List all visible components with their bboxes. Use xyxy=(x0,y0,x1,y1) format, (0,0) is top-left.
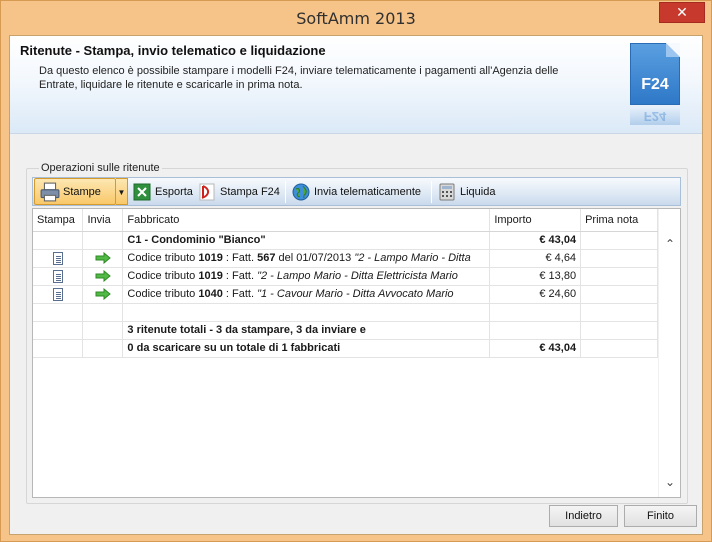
f24-icon-label: F24 xyxy=(641,76,669,93)
row-prima-nota xyxy=(580,249,658,268)
f24-icon-reflection: F24 xyxy=(630,107,680,125)
page-description: Da questo elenco è possibile stampare i … xyxy=(39,65,559,91)
ritenute-grid[interactable]: Stampa Invia Fabbricato Importo Prima no… xyxy=(32,208,681,498)
stampa-f24-label: Stampa F24 xyxy=(220,186,280,198)
f24-document-icon: F24 F24 xyxy=(626,41,688,131)
dialog-body: Ritenute - Stampa, invio telematico e li… xyxy=(9,35,703,535)
row-importo: € 13,80 xyxy=(489,267,582,286)
row-prima-nota xyxy=(580,285,658,304)
close-icon: ✕ xyxy=(676,4,688,20)
globe-icon xyxy=(292,183,310,201)
group-row-label: C1 - Condominio "Bianco" xyxy=(122,231,491,250)
window-title: SoftAmm 2013 xyxy=(296,9,416,28)
calculator-icon xyxy=(439,183,455,201)
arrow-right-icon[interactable] xyxy=(95,252,111,265)
row-fabbricato: Codice tributo 1019 : Fatt. "2 - Lampo M… xyxy=(122,267,491,286)
excel-icon xyxy=(133,183,151,201)
close-button[interactable]: ✕ xyxy=(659,2,705,23)
pdf-icon xyxy=(199,183,215,201)
title-bar: SoftAmm 2013 ✕ xyxy=(1,1,711,35)
scroll-down-icon[interactable]: ⌄ xyxy=(659,475,681,491)
row-fabbricato: Codice tributo 1019 : Fatt. 567 del 01/0… xyxy=(122,249,491,268)
arrow-right-icon[interactable] xyxy=(95,270,111,283)
table-summary-row: 0 da scaricare su un totale di 1 fabbric… xyxy=(33,339,658,358)
indietro-button[interactable]: Indietro xyxy=(549,505,618,527)
group-row-importo: € 43,04 xyxy=(489,231,582,250)
operations-group-label: Operazioni sulle ritenute xyxy=(39,162,162,174)
summary-line-2: 0 da scaricare su un totale di 1 fabbric… xyxy=(122,339,491,358)
grid-header-row: Stampa Invia Fabbricato Importo Prima no… xyxy=(33,209,658,232)
row-importo: € 4,64 xyxy=(489,249,582,268)
table-group-row[interactable]: C1 - Condominio "Bianco" € 43,04 xyxy=(33,231,658,250)
table-row[interactable]: Codice tributo 1019 : Fatt. "2 - Lampo M… xyxy=(33,267,658,286)
page-title: Ritenute - Stampa, invio telematico e li… xyxy=(20,43,326,58)
scroll-up-icon[interactable]: ⌃ xyxy=(659,237,681,253)
toolbar-separator xyxy=(431,181,432,203)
invia-telematicamente-button[interactable]: Invia telematicamente xyxy=(290,179,421,205)
chevron-down-icon: ▼ xyxy=(117,188,126,197)
stampa-f24-button[interactable]: Stampa F24 xyxy=(196,179,280,205)
finito-button[interactable]: Finito xyxy=(624,505,697,527)
table-empty-row xyxy=(33,303,658,322)
row-prima-nota xyxy=(580,267,658,286)
row-importo: € 24,60 xyxy=(489,285,582,304)
esporta-button[interactable]: Esporta xyxy=(131,179,193,205)
header-panel: Ritenute - Stampa, invio telematico e li… xyxy=(10,36,702,134)
vertical-scrollbar[interactable]: ⌃ ⌄ xyxy=(658,209,680,497)
table-summary-row: 3 ritenute totali - 3 da stampare, 3 da … xyxy=(33,321,658,340)
column-header-invia[interactable]: Invia xyxy=(82,209,124,232)
arrow-right-icon[interactable] xyxy=(95,288,111,301)
stampe-label: Stampe xyxy=(63,186,101,198)
liquida-label: Liquida xyxy=(460,186,496,198)
invia-telematicamente-label: Invia telematicamente xyxy=(314,186,421,198)
printer-icon xyxy=(40,182,60,202)
document-icon[interactable] xyxy=(52,251,63,265)
app-window: SoftAmm 2013 ✕ Ritenute - Stampa, invio … xyxy=(0,0,712,542)
summary-importo: € 43,04 xyxy=(489,339,582,358)
liquida-button[interactable]: Liquida xyxy=(436,179,495,205)
document-icon[interactable] xyxy=(52,287,63,301)
summary-line-1: 3 ritenute totali - 3 da stampare, 3 da … xyxy=(122,321,491,340)
table-row[interactable]: Codice tributo 1040 : Fatt. "1 - Cavour … xyxy=(33,285,658,304)
stampe-button[interactable]: Stampe xyxy=(34,178,116,205)
column-header-stampa[interactable]: Stampa xyxy=(33,209,84,232)
stampe-dropdown-button[interactable]: ▼ xyxy=(116,178,128,205)
toolbar-separator xyxy=(285,181,286,203)
document-icon[interactable] xyxy=(52,269,63,283)
column-header-fabbricato[interactable]: Fabbricato xyxy=(122,209,491,232)
column-header-prima-nota[interactable]: Prima nota xyxy=(580,209,658,232)
table-row[interactable]: Codice tributo 1019 : Fatt. 567 del 01/0… xyxy=(33,249,658,268)
column-header-importo[interactable]: Importo xyxy=(489,209,582,232)
esporta-label: Esporta xyxy=(155,186,193,198)
row-fabbricato: Codice tributo 1040 : Fatt. "1 - Cavour … xyxy=(122,285,491,304)
toolbar: Stampe ▼ Esporta Stampa F24 Invia telema… xyxy=(32,177,681,206)
